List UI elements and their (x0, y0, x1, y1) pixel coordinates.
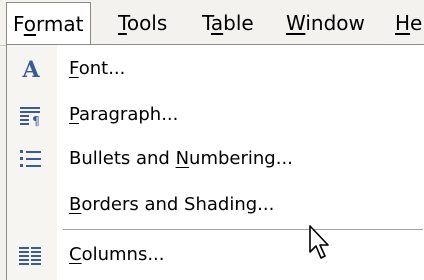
menu-window[interactable]: Window (286, 8, 365, 38)
menu-item-borders-label: Borders and Shading... (69, 183, 274, 227)
menu-item-columns[interactable]: Columns... (7, 233, 424, 277)
menu-tools-text-rest: ools (126, 11, 168, 35)
menu-format-text: F (13, 12, 24, 36)
svg-text:A: A (21, 57, 40, 82)
columns-label-post: olumns... (81, 244, 165, 265)
menu-help-text-rest: el (410, 11, 424, 35)
menu-item-paragraph-label: Paragraph... (69, 93, 178, 137)
columns-icon (15, 239, 47, 271)
mouse-cursor-icon (308, 224, 336, 262)
bullets-label-post: umbering... (189, 148, 293, 169)
menu-table-accel: a (210, 11, 224, 35)
menu-bar: Format Tools Table Window Hel (0, 0, 424, 46)
svg-text:¶: ¶ (32, 114, 40, 128)
menu-separator (63, 229, 423, 230)
menu-item-bullets-numbering[interactable]: Bullets and Numbering... (7, 137, 424, 181)
menu-format[interactable]: Format (6, 2, 91, 44)
paragraph-label-post: aragraph... (79, 104, 179, 125)
menu-item-bullets-label: Bullets and Numbering... (69, 137, 293, 181)
menu-window-accel: W (286, 11, 306, 35)
menu-table-text: T (202, 11, 211, 35)
borders-label-accel: B (69, 194, 82, 215)
bullets-icon (15, 143, 47, 175)
menu-table-text-rest: ble (223, 11, 254, 35)
columns-label-accel: C (69, 244, 82, 265)
font-label-accel: F (69, 58, 79, 79)
menu-help[interactable]: Hel (395, 8, 424, 38)
menu-help-accel: H (395, 11, 411, 35)
menu-tools[interactable]: Tools (118, 8, 167, 38)
format-dropdown-menu: A Font... ¶ Paragraph... Bullets and Num… (6, 44, 424, 280)
menu-format-text-rest: rmat (36, 12, 84, 36)
bullets-label-accel: N (175, 148, 190, 169)
paragraph-label-accel: P (69, 104, 80, 125)
menu-item-font[interactable]: A Font... (7, 47, 424, 91)
borders-label-post: orders and Shading... (81, 194, 275, 215)
menu-item-font-label: Font... (69, 47, 125, 91)
menu-item-borders-shading[interactable]: Borders and Shading... (7, 183, 424, 227)
font-icon: A (15, 53, 47, 85)
paragraph-icon: ¶ (15, 99, 47, 131)
bullets-label-pre: Bullets and (69, 148, 176, 169)
menu-window-text-rest: indow (305, 11, 365, 35)
menu-item-columns-label: Columns... (69, 233, 165, 277)
menu-table[interactable]: Table (202, 8, 254, 38)
app-window: Format Tools Table Window Hel A Font... (0, 0, 424, 280)
font-label-post: ont... (78, 58, 126, 79)
menu-format-accel: o (23, 12, 37, 36)
menu-tools-accel: T (118, 11, 127, 35)
menu-item-paragraph[interactable]: ¶ Paragraph... (7, 93, 424, 137)
